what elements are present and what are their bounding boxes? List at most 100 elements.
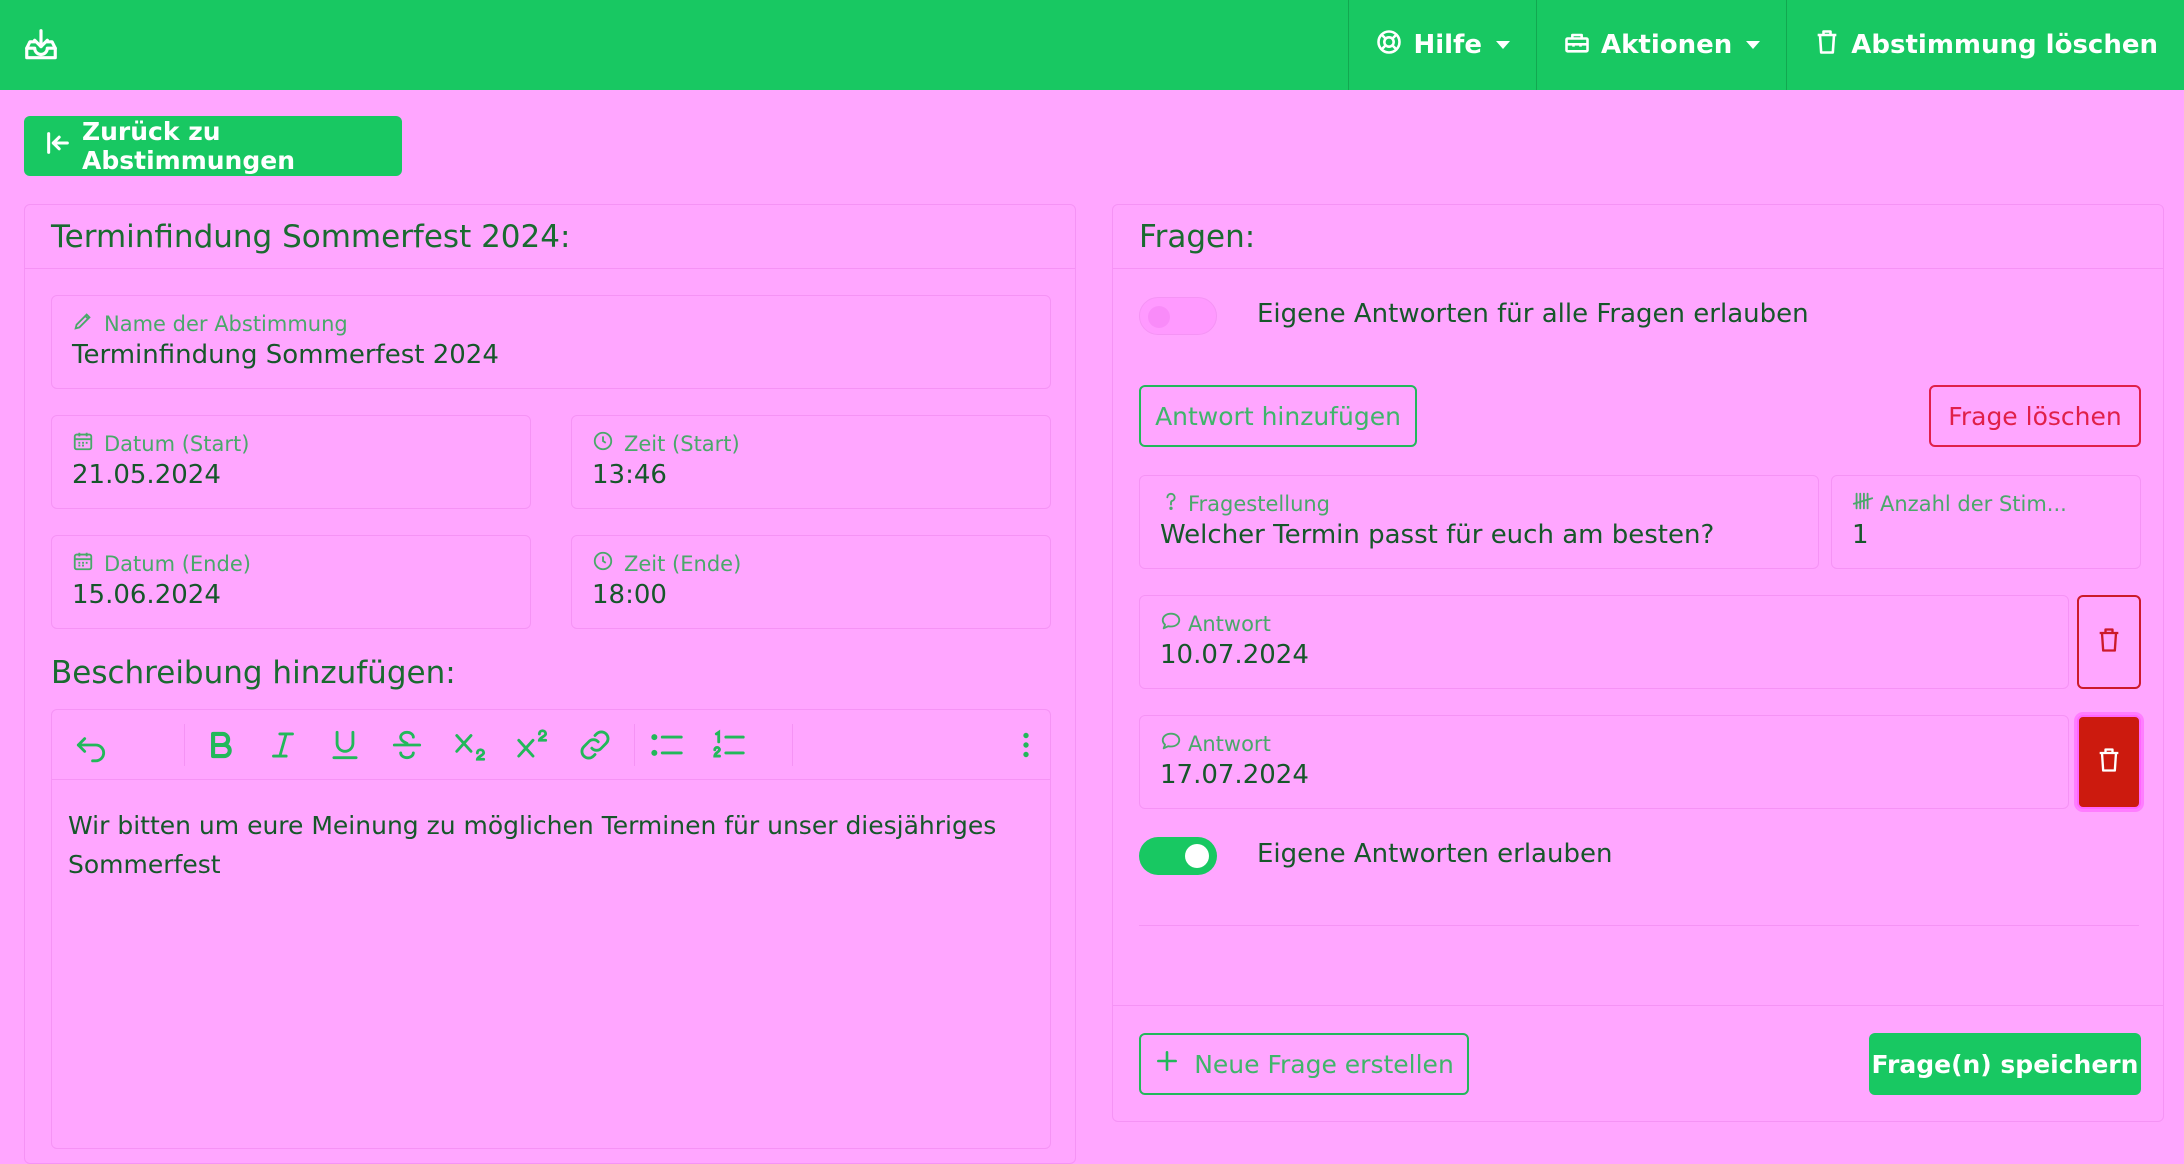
allow-custom-answers-label: Eigene Antworten erlauben bbox=[1257, 839, 1613, 869]
pencil-icon bbox=[72, 310, 94, 337]
card-footer-divider bbox=[1113, 1005, 2163, 1006]
new-question-label: Neue Frage erstellen bbox=[1194, 1049, 1454, 1079]
poll-name-value: Terminfindung Sommerfest 2024 bbox=[72, 340, 499, 370]
vote-count-label: Anzahl der Stim... bbox=[1880, 491, 2067, 516]
toolbar-separator bbox=[634, 724, 635, 766]
numbered-list-icon[interactable] bbox=[710, 726, 748, 764]
question-icon bbox=[1160, 490, 1182, 517]
answer-field-1[interactable]: Antwort 10.07.2024 bbox=[1139, 595, 2069, 689]
trash-icon bbox=[2095, 626, 2123, 658]
question-field[interactable]: Fragestellung Welcher Termin passt für e… bbox=[1139, 475, 1819, 569]
allow-all-custom-label: Eigene Antworten für alle Fragen erlaube… bbox=[1257, 299, 1809, 329]
editor-toolbar bbox=[52, 710, 1050, 780]
tally-icon bbox=[1852, 490, 1874, 517]
bullet-list-icon[interactable] bbox=[648, 726, 686, 764]
start-time-label-wrap: Zeit (Start) bbox=[592, 430, 740, 457]
vote-count-field[interactable]: Anzahl der Stim... 1 bbox=[1831, 475, 2141, 569]
delete-question-button[interactable]: Frage löschen bbox=[1929, 385, 2141, 447]
new-question-button[interactable]: Neue Frage erstellen bbox=[1139, 1033, 1469, 1095]
download-tray-icon[interactable] bbox=[22, 26, 60, 64]
back-button-label: Zurück zu Abstimmungen bbox=[82, 117, 295, 175]
poll-details-card: Terminfindung Sommerfest 2024: Name der … bbox=[24, 204, 1076, 1164]
clock-icon bbox=[592, 550, 614, 577]
description-title: Beschreibung hinzufügen: bbox=[51, 655, 456, 691]
delete-poll-button[interactable]: Abstimmung löschen bbox=[1786, 0, 2184, 90]
superscript-icon[interactable] bbox=[514, 726, 552, 764]
caret-down-icon bbox=[1495, 41, 1510, 49]
answer-value: 10.07.2024 bbox=[1160, 640, 1309, 670]
lifebuoy-icon bbox=[1375, 28, 1403, 63]
answer-label-wrap: Antwort bbox=[1160, 610, 1271, 637]
end-time-label: Zeit (Ende) bbox=[624, 551, 742, 576]
poll-name-label: Name der Abstimmung bbox=[104, 311, 348, 336]
help-menu[interactable]: Hilfe bbox=[1348, 0, 1536, 90]
subscript-icon[interactable] bbox=[452, 726, 490, 764]
toggle-knob bbox=[1185, 844, 1209, 868]
poll-title-header: Terminfindung Sommerfest 2024: bbox=[25, 205, 1075, 269]
delete-answer-button[interactable] bbox=[2077, 715, 2141, 809]
end-date-value: 15.06.2024 bbox=[72, 580, 221, 610]
vote-count-label-wrap: Anzahl der Stim... bbox=[1852, 490, 2067, 517]
start-date-label: Datum (Start) bbox=[104, 431, 250, 456]
undo-icon[interactable] bbox=[72, 726, 110, 764]
trash-icon bbox=[1813, 28, 1841, 63]
add-answer-button[interactable]: Antwort hinzufügen bbox=[1139, 385, 1417, 447]
start-time-label: Zeit (Start) bbox=[624, 431, 740, 456]
end-date-label: Datum (Ende) bbox=[104, 551, 251, 576]
answer-label-wrap: Antwort bbox=[1160, 730, 1271, 757]
start-date-label-wrap: Datum (Start) bbox=[72, 430, 249, 457]
start-date-field[interactable]: Datum (Start) 21.05.2024 bbox=[51, 415, 531, 509]
end-time-label-wrap: Zeit (Ende) bbox=[592, 550, 741, 577]
description-editor: Wir bitten um eure Meinung zu möglichen … bbox=[51, 709, 1051, 1149]
answer-label: Antwort bbox=[1188, 731, 1271, 756]
clock-icon bbox=[592, 430, 614, 457]
top-navbar: Hilfe Aktionen Abstimmung löschen bbox=[0, 0, 2184, 90]
speech-bubble-icon bbox=[1160, 730, 1182, 757]
toggle-knob bbox=[1148, 306, 1170, 328]
back-to-polls-button[interactable]: Zurück zu Abstimmungen bbox=[24, 116, 402, 176]
trash-icon bbox=[2095, 746, 2123, 778]
toolbar-separator bbox=[792, 724, 793, 766]
question-label: Fragestellung bbox=[1188, 491, 1331, 516]
answer-value: 17.07.2024 bbox=[1160, 760, 1309, 790]
answer-label: Antwort bbox=[1188, 611, 1271, 636]
more-vertical-icon[interactable] bbox=[1016, 726, 1036, 764]
answer-field-2[interactable]: Antwort 17.07.2024 bbox=[1139, 715, 2069, 809]
question-divider bbox=[1139, 925, 2139, 926]
save-questions-button[interactable]: Frage(n) speichern bbox=[1869, 1033, 2141, 1095]
help-menu-label: Hilfe bbox=[1413, 30, 1482, 60]
calendar-icon bbox=[72, 550, 94, 577]
start-date-value: 21.05.2024 bbox=[72, 460, 221, 490]
toolbox-icon bbox=[1563, 28, 1591, 63]
link-icon[interactable] bbox=[576, 726, 614, 764]
delete-answer-button[interactable] bbox=[2077, 595, 2141, 689]
underline-icon[interactable] bbox=[326, 726, 364, 764]
description-text[interactable]: Wir bitten um eure Meinung zu möglichen … bbox=[68, 806, 1028, 884]
delete-poll-label: Abstimmung löschen bbox=[1851, 30, 2158, 60]
poll-name-label-wrap: Name der Abstimmung bbox=[72, 310, 348, 337]
start-time-field[interactable]: Zeit (Start) 13:46 bbox=[571, 415, 1051, 509]
end-date-label-wrap: Datum (Ende) bbox=[72, 550, 251, 577]
vote-count-value: 1 bbox=[1852, 520, 1869, 550]
end-time-value: 18:00 bbox=[592, 580, 667, 610]
actions-menu-label: Aktionen bbox=[1600, 30, 1733, 60]
questions-card: Fragen: Eigene Antworten für alle Fragen… bbox=[1112, 204, 2164, 1122]
question-value: Welcher Termin passt für euch am besten? bbox=[1160, 520, 1715, 550]
italic-icon[interactable] bbox=[264, 726, 302, 764]
speech-bubble-icon bbox=[1160, 610, 1182, 637]
questions-header: Fragen: bbox=[1113, 205, 2163, 269]
allow-all-custom-toggle[interactable] bbox=[1139, 297, 1217, 335]
poll-name-field[interactable]: Name der Abstimmung Terminfindung Sommer… bbox=[51, 295, 1051, 389]
navbar-menu: Hilfe Aktionen Abstimmung löschen bbox=[1348, 0, 2184, 90]
bold-icon[interactable] bbox=[202, 726, 240, 764]
end-time-field[interactable]: Zeit (Ende) 18:00 bbox=[571, 535, 1051, 629]
arrow-left-bar-icon bbox=[44, 129, 72, 163]
end-date-field[interactable]: Datum (Ende) 15.06.2024 bbox=[51, 535, 531, 629]
actions-menu[interactable]: Aktionen bbox=[1535, 0, 1786, 90]
question-label-wrap: Fragestellung bbox=[1160, 490, 1330, 517]
strikethrough-icon[interactable] bbox=[388, 726, 426, 764]
allow-custom-answers-toggle[interactable] bbox=[1139, 837, 1217, 875]
calendar-icon bbox=[72, 430, 94, 457]
start-time-value: 13:46 bbox=[592, 460, 667, 490]
caret-down-icon bbox=[1746, 41, 1761, 49]
